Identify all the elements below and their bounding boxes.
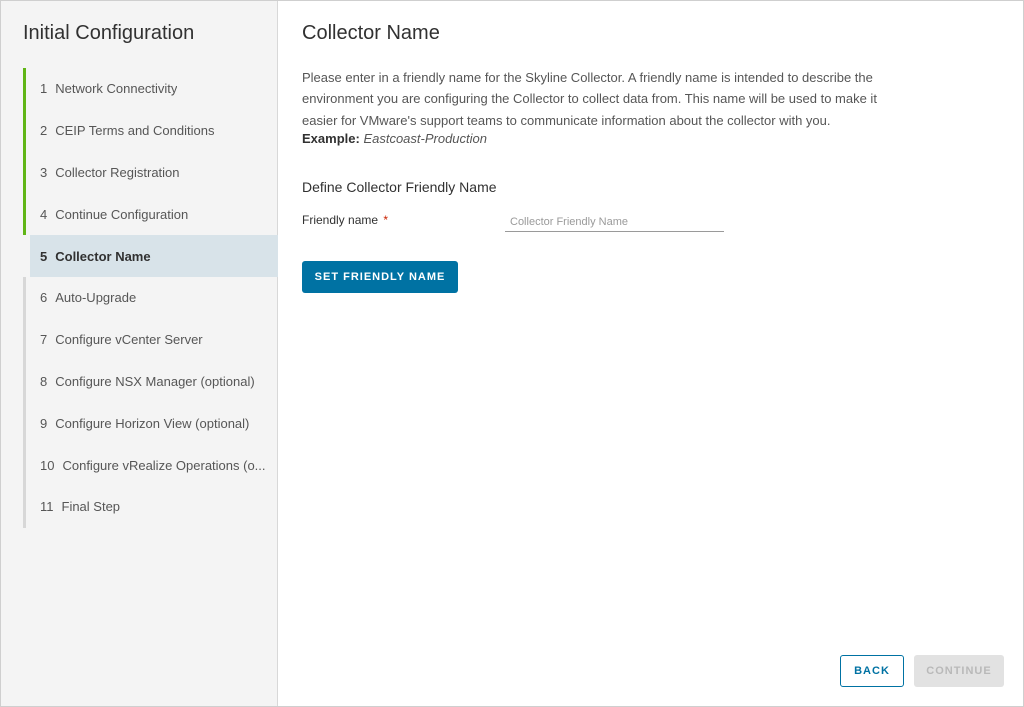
- friendly-name-input[interactable]: [505, 212, 724, 232]
- step-item[interactable]: 4 Continue Configuration: [23, 193, 278, 236]
- step-label: Configure vCenter Server: [55, 332, 203, 348]
- step-number: 7: [40, 332, 48, 348]
- step-number: 2: [40, 123, 48, 139]
- step-number: 1: [40, 81, 48, 97]
- step-item[interactable]: 7 Configure vCenter Server: [23, 318, 278, 361]
- sidebar-title: Initial Configuration: [23, 22, 195, 44]
- step-number: 4: [40, 206, 48, 222]
- step-number: 9: [40, 415, 48, 431]
- required-marker: *: [383, 213, 389, 227]
- wizard-window: Initial Configuration 1 Network Connectiv…: [0, 0, 1024, 707]
- step-label: Configure vRealize Operations (o...: [62, 457, 266, 473]
- set-friendly-name-button[interactable]: SET FRIENDLY NAME: [302, 261, 458, 293]
- step-item[interactable]: 2 CEIP Terms and Conditions: [23, 109, 278, 152]
- step-number: 11: [40, 499, 54, 515]
- example-label: Example:: [302, 131, 360, 146]
- step-item[interactable]: 11 Final Step: [23, 485, 278, 528]
- continue-button[interactable]: CONTINUE: [914, 655, 1004, 687]
- step-item[interactable]: 3 Collector Registration: [23, 151, 278, 194]
- step-item[interactable]: 8 Configure NSX Manager (optional): [23, 360, 278, 403]
- step-label: Final Step: [61, 499, 121, 515]
- step-label: Configure NSX Manager (optional): [55, 373, 255, 389]
- step-number: 3: [40, 164, 48, 180]
- step-number: 6: [40, 290, 48, 306]
- step-item[interactable]: 9 Configure Horizon View (optional): [23, 402, 278, 445]
- example-line: Example: Eastcoast-Production: [302, 131, 487, 146]
- step-label: Collector Registration: [55, 164, 180, 180]
- step-label: Configure Horizon View (optional): [55, 415, 250, 431]
- step-item[interactable]: 1 Network Connectivity: [23, 68, 278, 110]
- step-label: CEIP Terms and Conditions: [55, 123, 215, 139]
- step-item[interactable]: 6 Auto-Upgrade: [23, 276, 278, 319]
- example-value: Eastcoast-Production: [363, 131, 488, 146]
- step-list: 1 Network Connectivity 2 CEIP Terms and Co…: [23, 68, 278, 528]
- description-text: Please enter in a friendly name for the …: [302, 70, 877, 128]
- step-label: Collector Name: [55, 248, 151, 264]
- step-label: Network Connectivity: [55, 81, 178, 97]
- step-item[interactable]: 10 Configure vRealize Operations (o...: [23, 444, 278, 486]
- page-title: Collector Name: [302, 22, 440, 44]
- section-title: Define Collector Friendly Name: [302, 179, 497, 195]
- step-number: 5: [40, 248, 48, 264]
- step-label: Continue Configuration: [55, 206, 189, 222]
- step-number: 8: [40, 373, 48, 389]
- back-button[interactable]: BACK: [840, 655, 904, 687]
- friendly-name-label: Friendly name *: [302, 213, 388, 227]
- step-item-current[interactable]: 5 Collector Name: [23, 235, 278, 277]
- wizard-content: Collector Name Please enter in a friendl…: [278, 1, 1023, 706]
- step-label: Auto-Upgrade: [55, 290, 137, 306]
- step-number: 10: [40, 457, 55, 473]
- wizard-sidebar: Initial Configuration 1 Network Connectiv…: [1, 1, 278, 706]
- friendly-name-label-text: Friendly name: [302, 213, 379, 227]
